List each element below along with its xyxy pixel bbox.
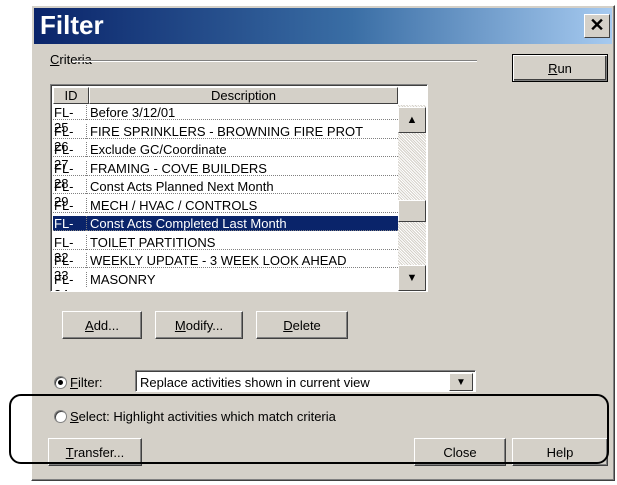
row-description: Const Acts Planned Next Month: [90, 179, 274, 194]
table-row[interactable]: FL-33 WEEKLY UPDATE - 3 WEEK LOOK AHEAD: [53, 253, 398, 283]
row-description: Before 3/12/01: [90, 105, 176, 120]
title-bar[interactable]: Filter ✕: [34, 8, 612, 44]
table-row[interactable]: FL-26 FIRE SPRINKLERS - BROWNING FIRE PRO…: [53, 123, 398, 154]
row-id: FL-25: [53, 105, 87, 135]
close-icon[interactable]: ✕: [584, 14, 610, 38]
table-row[interactable]: FL-30MECH / HVAC / CONTROLS: [53, 197, 398, 228]
row-id: FL-34: [53, 271, 87, 291]
row-description: Const Acts Completed Last Month: [90, 216, 287, 231]
transfer-button[interactable]: Transfer...: [48, 438, 142, 466]
table-row[interactable]: FL-28 FRAMING - COVE BUILDERS: [53, 160, 398, 191]
filter-mode-select[interactable]: Replace activities shown in current view…: [135, 370, 476, 392]
scroll-up-icon[interactable]: ▲: [398, 107, 426, 133]
list-scrollbar[interactable]: ▲ ▼: [398, 105, 426, 291]
table-row[interactable]: FL-29 Const Acts Planned Next Month: [53, 179, 398, 209]
add-button[interactable]: Add...: [62, 311, 142, 339]
row-description: FRAMING - COVE BUILDERS: [90, 160, 267, 176]
column-header-id[interactable]: ID: [53, 87, 89, 104]
criteria-list[interactable]: ID Description FL-25 Before 3/12/01 FL-26 F…: [50, 84, 428, 292]
help-button[interactable]: Help: [512, 438, 608, 466]
scroll-down-icon[interactable]: ▼: [398, 265, 426, 291]
row-description: FIRE SPRINKLERS - BROWNING FIRE PROT: [90, 123, 364, 139]
run-button[interactable]: Run: [512, 54, 608, 82]
row-id: FL-31: [53, 216, 87, 246]
row-id: FL-26: [53, 123, 87, 154]
select-radio[interactable]: [54, 410, 67, 423]
criteria-divider: [72, 60, 477, 62]
scroll-thumb[interactable]: [398, 200, 426, 222]
table-row[interactable]: FL-27 Exclude GC/Coordinate: [53, 142, 398, 172]
filter-mode-value: Replace activities shown in current view: [140, 375, 370, 390]
table-row[interactable]: FL-25 Before 3/12/01: [53, 105, 398, 135]
row-description: MECH / HVAC / CONTROLS: [90, 197, 258, 213]
column-header-description[interactable]: Description: [89, 87, 398, 104]
window-title: Filter: [40, 10, 104, 40]
select-label[interactable]: Select: Highlight activities which match…: [70, 409, 336, 424]
row-description: MASONRY: [90, 271, 156, 287]
row-description: TOILET PARTITIONS: [90, 234, 216, 250]
row-id: FL-33: [53, 253, 87, 283]
table-row[interactable]: FL-34MASONRY: [53, 271, 398, 291]
row-description: Exclude GC/Coordinate: [90, 142, 227, 157]
row-id: FL-28: [53, 160, 87, 191]
filter-radio-dot: [58, 380, 63, 385]
filter-radio[interactable]: [54, 376, 67, 389]
row-id: FL-32: [53, 234, 87, 265]
delete-button[interactable]: Delete: [256, 311, 348, 339]
row-id: FL-27: [53, 142, 87, 172]
table-row[interactable]: FL-31 Const Acts Completed Last Month: [53, 216, 398, 246]
row-id: FL-30: [53, 197, 87, 228]
modify-button[interactable]: Modify...: [155, 311, 243, 339]
table-row[interactable]: FL-32 TOILET PARTITIONS: [53, 234, 398, 265]
close-button[interactable]: Close: [414, 438, 506, 466]
row-id: FL-29: [53, 179, 87, 209]
filter-label[interactable]: Filter:: [70, 375, 103, 390]
row-description: WEEKLY UPDATE - 3 WEEK LOOK AHEAD: [90, 253, 347, 268]
dropdown-arrow-icon[interactable]: ▼: [449, 373, 473, 391]
